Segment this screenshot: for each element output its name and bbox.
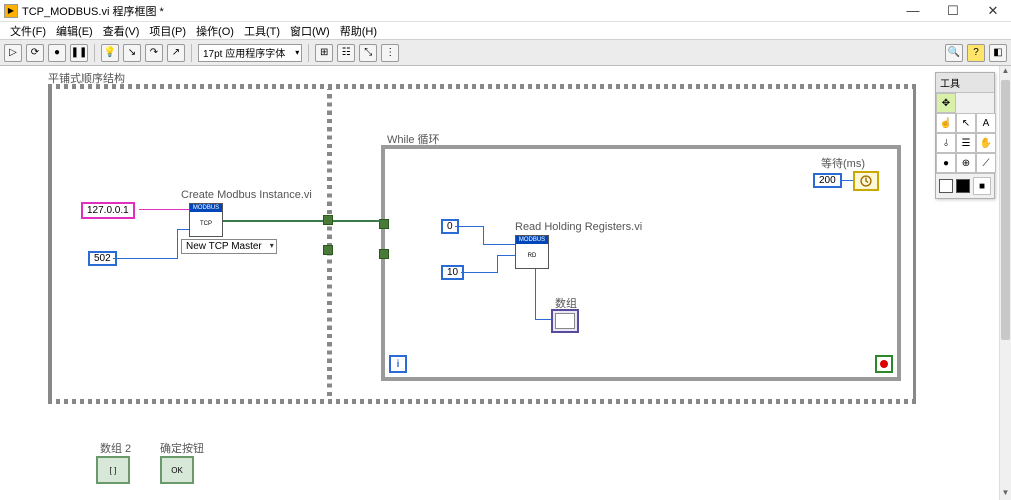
array-indicator-terminal[interactable] <box>551 309 579 333</box>
menu-project[interactable]: 项目(P) <box>145 23 190 39</box>
align-button[interactable]: ⊞ <box>315 44 333 62</box>
text-tool-button[interactable]: A <box>976 113 996 133</box>
wire-qty-v <box>497 255 498 273</box>
scroll-down-arrow[interactable]: ▼ <box>1000 488 1011 500</box>
reorder-button[interactable]: ⋮ <box>381 44 399 62</box>
array2-label: 数组 2 <box>100 440 131 456</box>
abort-button[interactable]: ● <box>48 44 66 62</box>
ok-button-label: 确定按钮 <box>160 440 204 456</box>
minimize-button[interactable]: — <box>899 3 927 19</box>
scroll-thumb[interactable] <box>1001 80 1010 340</box>
wire-addr-h <box>455 226 483 227</box>
close-button[interactable]: ✕ <box>979 3 1007 19</box>
polymorphic-selector[interactable]: New TCP Master <box>181 239 277 254</box>
wire-addr-v <box>483 226 484 244</box>
create-modbus-label: Create Modbus Instance.vi <box>181 189 312 201</box>
toolbar-separator <box>308 44 309 62</box>
sequence-frame-divider[interactable] <box>327 89 332 399</box>
menu-bar: 文件(F) 编辑(E) 查看(V) 项目(P) 操作(O) 工具(T) 窗口(W… <box>0 22 1011 40</box>
help-button[interactable]: ? <box>967 44 985 62</box>
wire-ref-seq-to-while <box>333 220 381 222</box>
wire-port-h2 <box>177 229 189 230</box>
font-selector[interactable]: 17pt 应用程序字体 <box>198 44 302 62</box>
wire-port-v <box>177 229 178 259</box>
step-into-button[interactable]: ↘ <box>123 44 141 62</box>
flat-sequence-structure[interactable]: Create Modbus Instance.vi 127.0.0.1 502 … <box>48 84 918 404</box>
create-modbus-instance-node[interactable]: MODBUS TCP <box>189 203 223 237</box>
title-bar: ▶ TCP_MODBUS.vi 程序框图 * — ☐ ✕ <box>0 0 1011 22</box>
popup-tool-button[interactable]: ☰ <box>956 133 976 153</box>
wire-qty-h <box>461 272 497 273</box>
menu-window[interactable]: 窗口(W) <box>286 23 334 39</box>
toolbar: ▷ ⟳ ● ❚❚ 💡 ↘ ↷ ↗ 17pt 应用程序字体 ⊞ ☷ ⤡ ⋮ 🔍 ?… <box>0 40 1011 66</box>
toolbar-separator <box>94 44 95 62</box>
wait-label: 等待(ms) <box>821 155 865 171</box>
loop-condition-terminal[interactable] <box>875 355 893 373</box>
window-title: TCP_MODBUS.vi 程序框图 * <box>22 3 164 19</box>
wire-qty-h2 <box>497 255 515 256</box>
pause-button[interactable]: ❚❚ <box>70 44 88 62</box>
while-loop[interactable]: i 等待(ms) 200 Read Holding Registers.vi 0… <box>381 145 901 381</box>
window-buttons: — ☐ ✕ <box>899 3 1007 19</box>
background-color-swatch[interactable] <box>956 179 970 193</box>
node-header: MODBUS <box>190 204 222 212</box>
color-tool-button[interactable]: ■ <box>973 177 991 195</box>
node-header: MODBUS <box>516 236 548 244</box>
scroll-tool-button[interactable]: ✋ <box>976 133 996 153</box>
run-button[interactable]: ▷ <box>4 44 22 62</box>
menu-help[interactable]: 帮助(H) <box>336 23 381 39</box>
search-button[interactable]: 🔍 <box>945 44 963 62</box>
maximize-button[interactable]: ☐ <box>939 3 967 19</box>
app-icon: ▶ <box>4 4 18 18</box>
menu-operate[interactable]: 操作(O) <box>192 23 238 39</box>
foreground-color-swatch[interactable] <box>939 179 953 193</box>
toolbar-separator <box>191 44 192 62</box>
block-diagram-canvas[interactable]: 平铺式顺序结构 Create Modbus Instance.vi 127.0.… <box>0 66 999 500</box>
highlight-button[interactable]: 💡 <box>101 44 119 62</box>
sequence-tunnel-error[interactable] <box>323 245 333 255</box>
getcolor-tool-button[interactable]: ⟋ <box>976 153 996 173</box>
wait-ms-constant[interactable]: 200 <box>813 173 842 188</box>
step-over-button[interactable]: ↷ <box>145 44 163 62</box>
probe-tool-button[interactable]: ⊕ <box>956 153 976 173</box>
ip-address-constant[interactable]: 127.0.0.1 <box>81 202 135 219</box>
operate-tool-button[interactable]: ☝ <box>936 113 956 133</box>
wire-array-h <box>535 319 551 320</box>
node-body-icon: TCP <box>190 212 222 236</box>
distribute-button[interactable]: ☷ <box>337 44 355 62</box>
run-continuous-button[interactable]: ⟳ <box>26 44 44 62</box>
read-holding-registers-node[interactable]: MODBUS RD <box>515 235 549 269</box>
array2-terminal[interactable]: [ ] <box>96 456 130 484</box>
menu-tools[interactable]: 工具(T) <box>240 23 284 39</box>
wire-tool-button[interactable]: ⫰ <box>936 133 956 153</box>
menu-file[interactable]: 文件(F) <box>6 23 50 39</box>
tools-palette[interactable]: 工具 ✥ ☝ ↖ A ⫰ ☰ ✋ ● ⊕ ⟋ ■ <box>935 72 995 199</box>
iteration-terminal[interactable]: i <box>389 355 407 373</box>
position-tool-button[interactable]: ↖ <box>956 113 976 133</box>
resize-button[interactable]: ⤡ <box>359 44 377 62</box>
node-body-icon: RD <box>516 244 548 268</box>
wait-ms-node[interactable] <box>853 171 879 191</box>
ok-button-terminal[interactable]: OK <box>160 456 194 484</box>
tools-palette-title[interactable]: 工具 <box>936 73 994 93</box>
wire-port-h <box>113 258 177 259</box>
auto-tool-button[interactable]: ✥ <box>936 93 956 113</box>
clock-icon <box>859 174 873 188</box>
wire-ip <box>139 209 189 210</box>
scroll-up-arrow[interactable]: ▲ <box>1000 66 1011 78</box>
wire-ref-out <box>223 220 335 222</box>
wire-array-v <box>535 269 536 319</box>
menu-view[interactable]: 查看(V) <box>99 23 144 39</box>
step-out-button[interactable]: ↗ <box>167 44 185 62</box>
while-tunnel-error[interactable] <box>379 249 389 259</box>
breakpoint-tool-button[interactable]: ● <box>936 153 956 173</box>
wire-wait <box>841 180 853 181</box>
vertical-scrollbar[interactable]: ▲ ▼ <box>999 66 1011 500</box>
read-holding-registers-label: Read Holding Registers.vi <box>515 221 642 233</box>
wire-addr-h2 <box>483 244 515 245</box>
context-help-button[interactable]: ◧ <box>989 44 1007 62</box>
menu-edit[interactable]: 编辑(E) <box>52 23 97 39</box>
sequence-tunnel-ref[interactable] <box>323 215 333 225</box>
